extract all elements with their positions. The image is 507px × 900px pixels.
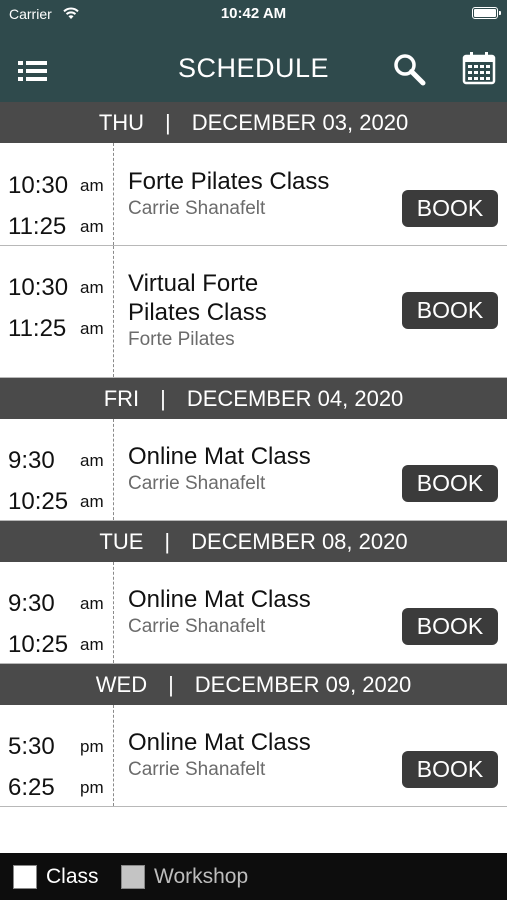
time-column: 9:30 am 10:25 am	[0, 562, 114, 663]
class-legend-label: Class	[46, 865, 99, 888]
day-separator: |	[160, 385, 166, 411]
time-column: 10:30 am 11:25 am	[0, 246, 114, 377]
class-name: Online Mat Class	[128, 586, 311, 613]
end-ampm: am	[80, 319, 104, 338]
workshop-legend-label: Workshop	[154, 865, 249, 888]
instructor-name: Carrie Shanafelt	[128, 473, 266, 494]
start-time: 9:30	[8, 590, 55, 617]
end-time: 10:25	[8, 631, 69, 658]
workshop-swatch	[121, 865, 145, 889]
instructor-name: Carrie Shanafelt	[128, 198, 266, 219]
end-ampm: am	[80, 635, 104, 654]
class-name-line2: Pilates Class	[128, 299, 267, 326]
page-title: SCHEDULE	[177, 53, 330, 83]
instructor-name: Carrie Shanafelt	[128, 759, 266, 780]
book-button[interactable]: BOOK	[402, 751, 498, 788]
end-ampm: am	[80, 492, 104, 511]
legend-bar: Class Workshop	[0, 853, 507, 900]
book-button[interactable]: BOOK	[402, 292, 498, 329]
search-icon[interactable]	[392, 52, 426, 86]
class-row[interactable]: 9:30 am 10:25 am Online Mat Class Carrie…	[0, 419, 507, 521]
day-weekday: TUE	[99, 528, 144, 554]
class-row[interactable]: 10:30 am 11:25 am Virtual Forte Pilates …	[0, 246, 507, 378]
day-header: FRI | DECEMBER 04, 2020	[0, 378, 507, 419]
class-row[interactable]: 5:30 pm 6:25 pm Online Mat Class Carrie …	[0, 705, 507, 807]
end-time: 10:25	[8, 488, 69, 515]
start-ampm: am	[80, 176, 104, 195]
time-column: 5:30 pm 6:25 pm	[0, 705, 114, 806]
calendar-icon[interactable]	[462, 51, 496, 85]
class-swatch	[13, 865, 37, 889]
end-time: 6:25	[8, 774, 55, 801]
end-time: 11:25	[8, 213, 67, 240]
class-name: Online Mat Class	[128, 729, 311, 756]
class-name: Forte Pilates Class	[128, 168, 330, 195]
day-date: DECEMBER 08, 2020	[191, 528, 408, 554]
class-row[interactable]: 10:30 am 11:25 am Forte Pilates Class Ca…	[0, 143, 507, 246]
day-weekday: WED	[95, 671, 148, 697]
end-ampm: pm	[80, 778, 104, 797]
end-ampm: am	[80, 217, 104, 236]
book-button[interactable]: BOOK	[402, 465, 498, 502]
day-header: THU | DECEMBER 03, 2020	[0, 102, 507, 143]
time-column: 10:30 am 11:25 am	[0, 143, 114, 245]
day-weekday: THU	[98, 109, 145, 135]
day-date: DECEMBER 03, 2020	[191, 109, 409, 135]
start-time: 9:30	[8, 447, 55, 474]
start-time: 5:30	[8, 733, 55, 760]
start-ampm: pm	[80, 737, 104, 756]
day-separator: |	[168, 671, 174, 697]
day-weekday: FRI	[103, 385, 140, 411]
day-separator: |	[165, 109, 171, 135]
class-name-line1: Virtual Forte	[128, 270, 259, 297]
end-time: 11:25	[8, 315, 67, 342]
instructor-name: Carrie Shanafelt	[128, 616, 266, 637]
book-button[interactable]: BOOK	[402, 608, 498, 645]
class-name: Online Mat Class	[128, 443, 311, 470]
day-header: WED | DECEMBER 09, 2020	[0, 664, 507, 705]
class-row[interactable]: 9:30 am 10:25 am Online Mat Class Carrie…	[0, 562, 507, 664]
status-time: 10:42 AM	[220, 5, 287, 22]
day-header: TUE | DECEMBER 08, 2020	[0, 521, 507, 562]
start-time: 10:30	[8, 172, 69, 199]
day-date: DECEMBER 04, 2020	[186, 385, 404, 411]
book-button[interactable]: BOOK	[402, 190, 498, 227]
day-date: DECEMBER 09, 2020	[194, 671, 412, 697]
start-time: 10:30	[8, 274, 69, 301]
instructor-name: Forte Pilates	[128, 329, 235, 350]
start-ampm: am	[80, 594, 104, 613]
start-ampm: am	[80, 451, 104, 470]
start-ampm: am	[80, 278, 104, 297]
top-bar: Carrier 10:42 AM SCHEDULE	[0, 0, 507, 102]
day-separator: |	[164, 528, 171, 554]
time-column: 9:30 am 10:25 am	[0, 419, 114, 520]
status-bar: Carrier 10:42 AM	[0, 0, 507, 30]
battery-icon	[472, 7, 501, 19]
